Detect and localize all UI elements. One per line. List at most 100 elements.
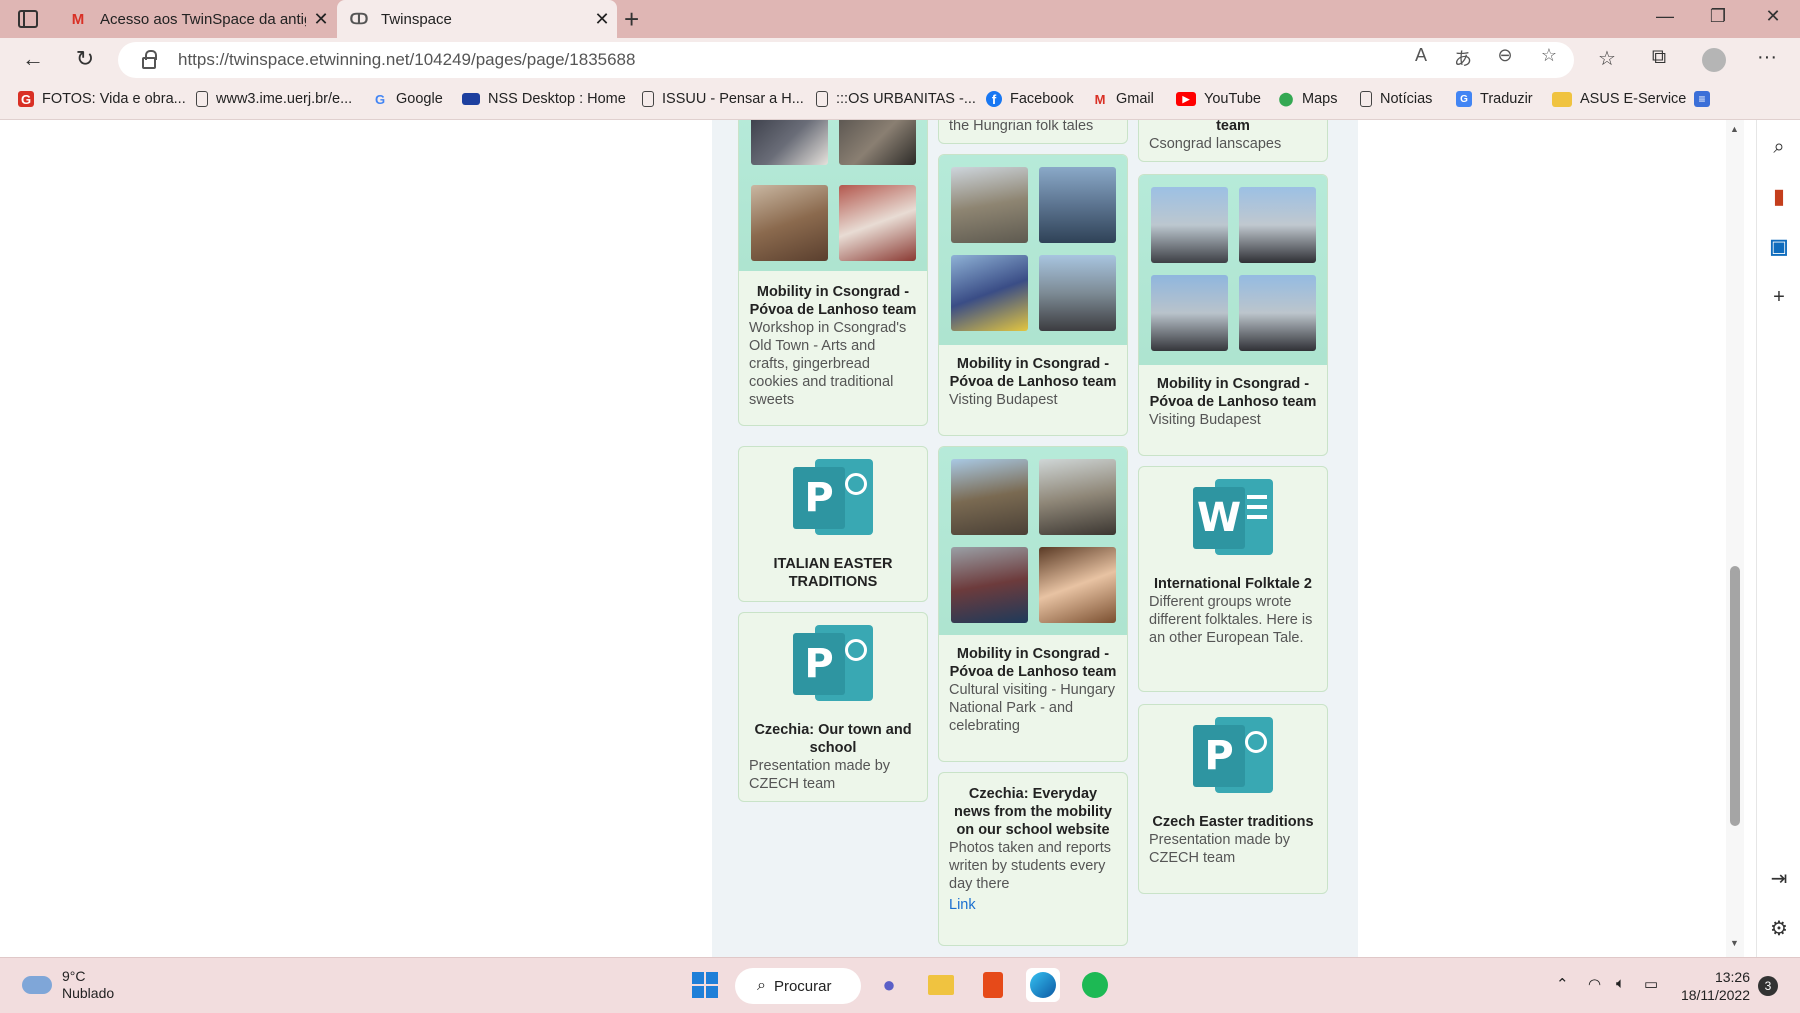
file-explorer-icon[interactable] [924,968,958,1002]
page-icon [196,91,208,107]
close-tab-icon[interactable]: ✕ [587,9,617,30]
photo-thumbnail[interactable] [1239,187,1316,263]
volume-icon[interactable]: 🔈︎ [1616,975,1625,992]
bookmark-maps[interactable]: ⬤ Maps [1278,91,1338,107]
card-czechia-news[interactable]: Czechia: Everyday news from the mobility… [938,772,1128,946]
photo-thumbnail[interactable] [751,185,828,261]
tab-actions-icon[interactable] [18,10,38,28]
scroll-down-icon[interactable]: ▼ [1730,938,1739,948]
bookmark-issuu[interactable]: ISSUU - Pensar a H... [642,91,804,107]
browser-titlebar: M Acesso aos TwinSpace da antiga ✕ ↀ Twi… [0,0,1800,38]
other-favorites-icon[interactable]: ≡ [1694,91,1718,107]
system-clock[interactable]: 13:26 18/11/2022 [1680,968,1750,1004]
card-czechia-town[interactable]: P Czechia: Our town and school Presentat… [738,612,928,802]
photo-thumbnail[interactable] [1039,547,1116,623]
office-icon[interactable]: ▮ [1767,184,1791,209]
back-icon[interactable]: ← [18,46,48,72]
office-app-icon[interactable] [976,968,1010,1002]
bookmark-nss[interactable]: NSS Desktop : Home [462,91,626,107]
tab-gmail[interactable]: M Acesso aos TwinSpace da antiga ✕ [56,0,336,38]
bookmark-youtube[interactable]: ▶ YouTube [1176,91,1261,107]
card-description: Csongrad lanscapes [1149,136,1282,152]
photo-grid [939,447,1127,635]
sidebar-hide-icon[interactable]: ⇥ [1767,866,1791,891]
add-favorite-icon[interactable]: ☆ [1536,45,1562,66]
bookmark-traduzir[interactable]: G Traduzir [1456,91,1533,107]
wifi-icon[interactable]: ◠ [1588,975,1601,993]
photo-thumbnail[interactable] [839,185,916,261]
profile-avatar[interactable] [1702,48,1726,72]
word-document-icon: W [1193,479,1273,555]
start-windows-icon[interactable] [688,968,722,1002]
outlook-icon[interactable]: ▣ [1767,234,1791,259]
tray-chevron-up-icon[interactable]: ⌃ [1556,975,1569,993]
close-tab-icon[interactable]: ✕ [306,9,336,30]
photo-thumbnail[interactable] [1039,255,1116,331]
add-icon[interactable]: + [1767,286,1791,309]
photo-thumbnail[interactable] [1239,275,1316,351]
photo-thumbnail[interactable] [1039,167,1116,243]
bookmark-google[interactable]: G Google [372,91,443,107]
minimize-icon[interactable]: — [1650,6,1680,27]
card-italian-easter[interactable]: P ITALIAN EASTER TRADITIONS [738,446,928,602]
photo-thumbnail[interactable] [751,120,828,165]
photo-thumbnail[interactable] [1039,459,1116,535]
spotify-icon[interactable] [1078,968,1112,1002]
card-international-folktale[interactable]: W International Folktale 2 Different gro… [1138,466,1328,692]
card-mobility-budapest-2[interactable]: Mobility in Csongrad - Póvoa de Lanhoso … [1138,174,1328,456]
taskbar-search[interactable]: ⌕ Procurar [735,968,861,1004]
new-tab-icon[interactable]: + [624,4,639,35]
bookmark-ime[interactable]: www3.ime.uerj.br/e... [196,91,352,107]
photo-thumbnail[interactable] [951,459,1028,535]
address-bar[interactable]: https://twinspace.etwinning.net/104249/p… [118,42,1574,78]
clock-date: 18/11/2022 [1680,987,1750,1003]
lock-icon[interactable] [142,50,157,69]
bookmark-facebook[interactable]: f Facebook [986,91,1074,107]
restore-icon[interactable]: ❐ [1703,6,1733,27]
photo-thumbnail[interactable] [839,120,916,165]
close-window-icon[interactable]: ✕ [1758,6,1788,27]
bookmark-gmail[interactable]: M Gmail [1092,91,1154,107]
more-icon[interactable]: ··· [1752,46,1782,69]
cloud-icon [22,976,52,994]
photo-thumbnail[interactable] [951,547,1028,623]
gmail-icon: M [71,10,85,28]
card-mobility-national-park[interactable]: Mobility in Csongrad - Póvoa de Lanhoso … [938,446,1128,762]
weather-widget[interactable]: 9°C Nublado [22,968,114,1002]
edge-sidebar: ⌕ ▮ ▣ + ⇥ ⚙ [1756,120,1800,957]
photo-thumbnail[interactable] [1151,275,1228,351]
card-folk-tales[interactable]: the Hungrian folk tales [938,120,1128,144]
tab-twinspace[interactable]: ↀ Twinspace ✕ [337,0,617,38]
notification-badge[interactable]: 3 [1758,976,1778,996]
battery-icon[interactable]: ▭ [1644,975,1658,993]
zoom-icon[interactable]: ⊖ [1492,45,1518,66]
url-text[interactable]: https://twinspace.etwinning.net/104249/p… [178,50,635,70]
teams-chat-icon[interactable]: ● [872,968,906,1002]
settings-gear-icon[interactable]: ⚙ [1767,916,1791,941]
scrollbar-thumb[interactable] [1730,566,1740,826]
bookmark-fotos[interactable]: G FOTOS: Vida e obra... [18,91,186,107]
bookmark-urbanitas[interactable]: :::OS URBANITAS -... [816,91,976,107]
edge-browser-icon[interactable] [1026,968,1060,1002]
bookmark-asus[interactable]: ASUS E-Service [1552,91,1686,107]
scroll-up-icon[interactable]: ▲ [1730,124,1739,134]
card-csongrad-landscapes[interactable]: team Csongrad lanscapes [1138,120,1328,162]
translate-icon[interactable]: あ [1450,45,1476,71]
favorites-icon[interactable]: ☆ [1592,46,1622,71]
refresh-icon[interactable]: ↻ [70,46,100,72]
collections-icon[interactable]: ⧉ [1644,46,1674,69]
photo-thumbnail[interactable] [951,167,1028,243]
folder-icon [1552,91,1572,107]
read-aloud-icon[interactable]: A [1408,45,1434,66]
page-content: Mobility in Csongrad - Póvoa de Lanhoso … [0,120,1732,957]
photo-thumbnail[interactable] [1151,187,1228,263]
card-czech-easter[interactable]: P Czech Easter traditions Presentation m… [1138,704,1328,894]
search-icon[interactable]: ⌕ [1767,136,1791,159]
card-mobility-workshop[interactable]: Mobility in Csongrad - Póvoa de Lanhoso … [738,120,928,426]
card-link[interactable]: Link [939,897,1127,913]
card-mobility-budapest[interactable]: Mobility in Csongrad - Póvoa de Lanhoso … [938,154,1128,436]
eu-flag-icon [462,93,480,105]
page-scrollbar[interactable]: ▲ ▼ [1726,120,1744,957]
bookmark-noticias[interactable]: Notícias [1360,91,1432,107]
photo-thumbnail[interactable] [951,255,1028,331]
